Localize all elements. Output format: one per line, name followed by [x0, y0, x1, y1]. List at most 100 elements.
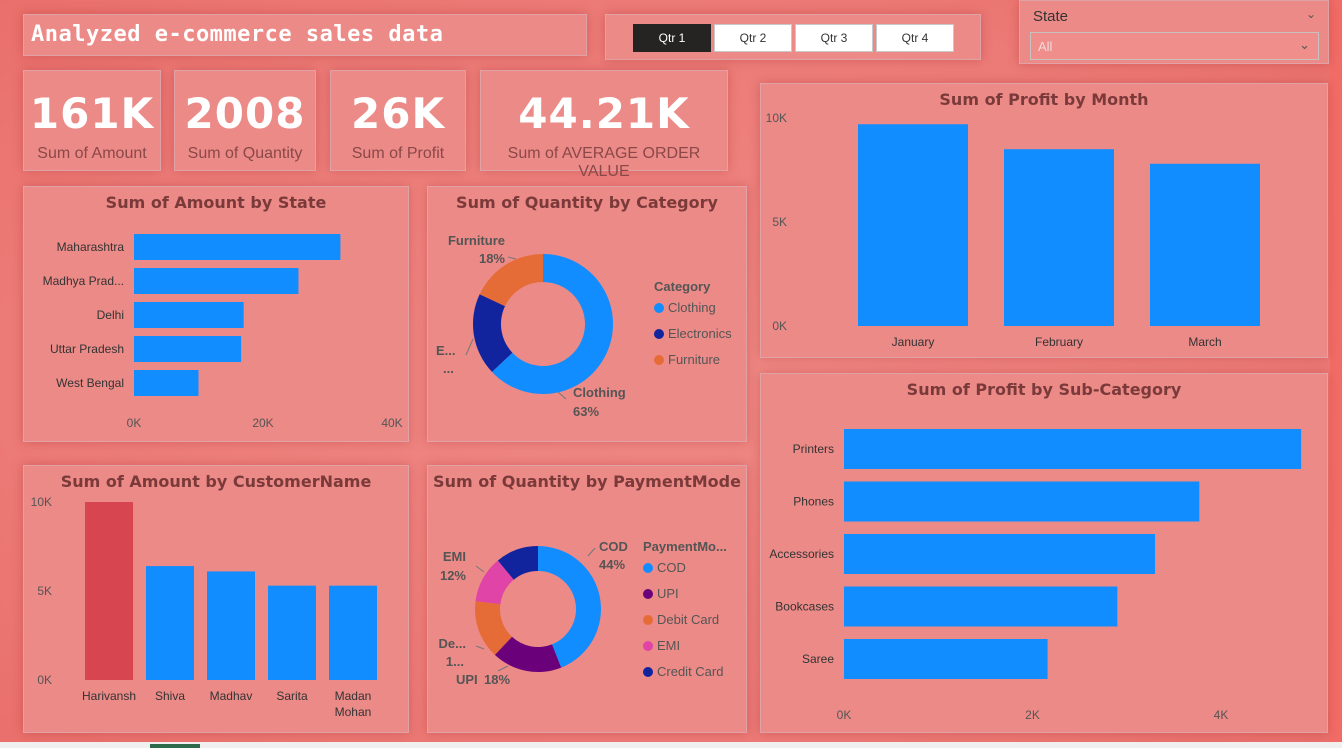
quarter-button-4[interactable]: Qtr 4: [876, 24, 954, 52]
amount-by-customer-chart: 0K 5K 10K Harivansh Shiva Madhav Sarita Madan Mo…: [31, 495, 377, 719]
data-label-name: E...: [436, 343, 456, 358]
y-tick-label: 5K: [772, 215, 787, 229]
data-label-name: COD: [599, 539, 628, 554]
page-tab-strip: [0, 742, 1342, 748]
category-label: March: [1188, 335, 1221, 349]
profit-by-subcategory-chart: Printers Phones Accessories Bookcases Saree 0…: [769, 429, 1302, 722]
kpi-label: Sum of Quantity: [187, 145, 303, 162]
state-slicer-label: State: [1033, 8, 1069, 25]
bar: [844, 429, 1302, 469]
legend-label: COD: [657, 560, 686, 575]
legend-label: Credit Card: [657, 664, 723, 679]
bar: [134, 302, 244, 328]
y-tick-label: 10K: [766, 111, 787, 125]
bar: [85, 502, 133, 680]
data-label-value: ...: [443, 361, 454, 376]
kpi-value: 161K: [29, 89, 155, 138]
leader-line: [507, 256, 517, 260]
kpi-card-quantity: 2008 Sum of Quantity: [174, 70, 316, 171]
category-label: February: [1035, 335, 1083, 349]
category-label: Madhav: [210, 689, 253, 703]
bar: [844, 481, 1200, 522]
bar: [858, 124, 968, 326]
category-label: Harivansh: [82, 689, 136, 703]
data-label-name: De...: [439, 636, 466, 651]
quantity-by-category-chart: Category Clothing Electronics Furniture Furn…: [436, 233, 732, 419]
leader-line: [465, 338, 474, 356]
category-label: January: [892, 335, 935, 349]
legend-label: UPI: [657, 586, 679, 601]
data-label-name: Furniture: [448, 233, 505, 248]
data-label-name: UPI: [456, 672, 478, 687]
leader-line: [557, 391, 567, 400]
bar: [207, 571, 255, 680]
amount-by-state-chart: Maharashtra Madhya Prad... Delhi Uttar Prad…: [43, 234, 403, 430]
bar: [134, 268, 299, 294]
quantity-by-paymentmode-chart: PaymentMo... COD UPI Debit Card EMI Credit Ca…: [439, 539, 727, 687]
y-tick-label: 0K: [37, 673, 52, 687]
category-label: Phones: [793, 495, 834, 509]
legend-title: PaymentMo...: [643, 539, 727, 554]
category-label: Shiva: [155, 689, 185, 703]
bar: [1150, 163, 1260, 326]
bar: [1004, 149, 1114, 326]
category-label: West Bengal: [56, 376, 124, 390]
category-label: Uttar Pradesh: [50, 342, 124, 356]
quarter-button-3[interactable]: Qtr 3: [795, 24, 873, 52]
leader-line: [587, 547, 596, 557]
right-edge: [1330, 0, 1342, 748]
amount-by-customer-visual[interactable]: Sum of Amount by CustomerName 0K 5K 10K Har…: [23, 465, 409, 733]
page-tab-active[interactable]: [150, 744, 200, 748]
legend-label: Electronics: [668, 326, 732, 341]
state-dropdown[interactable]: All ⌄: [1030, 32, 1319, 60]
bar: [844, 534, 1156, 574]
legend-dot: [643, 641, 653, 651]
y-tick-label: 5K: [37, 584, 52, 598]
kpi-label: Sum of AVERAGE ORDER VALUE: [507, 145, 701, 180]
leader-line: [497, 665, 509, 672]
leader-line: [475, 645, 485, 650]
profit-by-month-visual[interactable]: Sum of Profit by Month 0K 5K 10K January Feb…: [760, 83, 1328, 358]
category-label: Printers: [793, 442, 834, 456]
quantity-by-paymentmode-visual[interactable]: Sum of Quantity by PaymentMode PaymentMo…: [427, 465, 747, 733]
bar: [268, 585, 316, 680]
x-tick-label: 0K: [837, 708, 852, 722]
kpi-card-amount: 161K Sum of Amount: [23, 70, 161, 171]
data-label-value: 1...: [446, 654, 464, 669]
data-label-value: 63%: [573, 404, 599, 419]
bar: [329, 585, 377, 680]
legend-dot: [654, 355, 664, 365]
report-title: Analyzed e-commerce sales data: [31, 22, 444, 47]
bar: [844, 586, 1118, 627]
x-tick-label: 4K: [1214, 708, 1229, 722]
legend-dot: [654, 303, 664, 313]
category-label: Delhi: [97, 308, 124, 322]
legend-dot: [643, 563, 653, 573]
category-label: Saree: [802, 652, 834, 666]
data-label-name: Clothing: [573, 385, 626, 400]
legend-dot: [643, 615, 653, 625]
quarter-slicer: Qtr 1 Qtr 2 Qtr 3 Qtr 4: [605, 14, 981, 60]
bar: [146, 566, 194, 680]
quarter-button-1[interactable]: Qtr 1: [633, 24, 711, 52]
legend-label: Furniture: [668, 352, 720, 367]
legend-dot: [643, 589, 653, 599]
legend-label: Debit Card: [657, 612, 719, 627]
legend-dot: [654, 329, 664, 339]
bar: [134, 370, 199, 396]
x-tick-label: 40K: [381, 416, 402, 430]
chevron-down-icon: ⌄: [1299, 37, 1310, 52]
category-label: Accessories: [769, 547, 834, 561]
quarter-button-2[interactable]: Qtr 2: [714, 24, 792, 52]
profit-by-subcategory-visual[interactable]: Sum of Profit by Sub-Category Printers Ph…: [760, 373, 1328, 733]
category-label: Bookcases: [775, 600, 834, 614]
leader-line: [475, 565, 485, 573]
category-label: Sarita: [276, 689, 308, 703]
category-label: Madan: [335, 689, 372, 703]
amount-by-state-visual[interactable]: Sum of Amount by State Maharashtra Madhya…: [23, 186, 409, 442]
collapse-chevron-icon[interactable]: ⌄: [1306, 7, 1316, 21]
kpi-card-profit: 26K Sum of Profit: [330, 70, 466, 171]
kpi-label: Sum of Amount: [37, 145, 147, 162]
quantity-by-category-visual[interactable]: Sum of Quantity by Category Category Clot…: [427, 186, 747, 442]
legend-dot: [643, 667, 653, 677]
